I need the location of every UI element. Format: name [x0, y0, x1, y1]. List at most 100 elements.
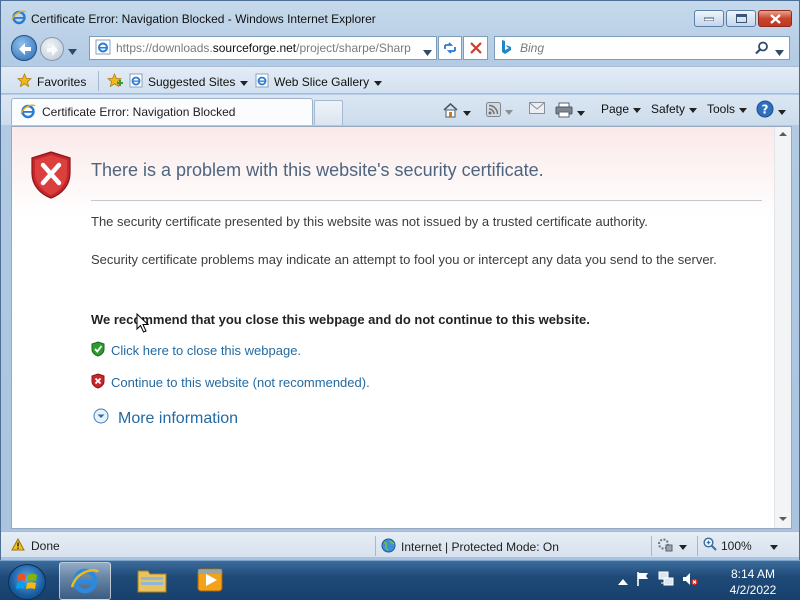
show-hidden-icons-icon[interactable]: [618, 574, 628, 588]
window-title: Certificate Error: Navigation Blocked - …: [31, 12, 376, 26]
help-button[interactable]: ?: [756, 100, 786, 121]
media-player-icon: [196, 566, 224, 597]
taskbar-windows-explorer[interactable]: [126, 562, 178, 600]
chevron-down-icon: [633, 102, 642, 116]
status-message: Done: [11, 537, 60, 554]
volume-muted-icon[interactable]: [682, 571, 698, 590]
chevron-down-icon: [689, 102, 698, 116]
minimize-button[interactable]: [694, 10, 724, 27]
clock[interactable]: 8:14 AM 4/2/2022: [718, 566, 788, 598]
start-button[interactable]: [8, 564, 46, 600]
taskbar-internet-explorer[interactable]: [59, 562, 111, 600]
status-text: Done: [31, 539, 60, 553]
recommendation: We recommend that you close this webpage…: [91, 312, 590, 327]
chevron-down-icon[interactable]: [68, 44, 77, 58]
tools-menu-button[interactable]: Tools: [707, 102, 748, 116]
more-information-toggle[interactable]: More information: [93, 408, 238, 429]
address-domain: sourceforge.net: [212, 41, 297, 55]
chevron-down-icon: [679, 539, 687, 553]
shield-x-icon: [91, 373, 105, 392]
security-zone-label: Internet | Protected Mode: On: [401, 540, 559, 554]
security-zone[interactable]: Internet | Protected Mode: On: [381, 538, 559, 556]
divider: [91, 200, 762, 201]
address-dropdown-icon[interactable]: [423, 45, 432, 59]
print-button[interactable]: [555, 102, 585, 121]
suggested-sites-button[interactable]: Suggested Sites: [106, 72, 249, 91]
action-center-flag-icon[interactable]: [636, 571, 650, 590]
close-webpage-link[interactable]: Click here to close this webpage.: [91, 341, 301, 360]
tab-current[interactable]: Certificate Error: Navigation Blocked: [11, 98, 313, 125]
address-url[interactable]: https://downloads.sourceforge.net/projec…: [116, 41, 416, 55]
page-ie-icon: [95, 39, 111, 58]
suggested-sites-label: Suggested Sites: [148, 75, 236, 89]
favorites-button[interactable]: Favorites: [16, 72, 86, 91]
chevron-down-icon: [505, 104, 513, 118]
address-bar[interactable]: https://downloads.sourceforge.net/projec…: [89, 36, 437, 60]
add-on-status-button[interactable]: [657, 537, 687, 555]
vertical-scrollbar[interactable]: [774, 127, 791, 528]
page-content: There is a problem with this website's s…: [11, 126, 792, 529]
web-slice-gallery-button[interactable]: Web Slice Gallery: [255, 73, 383, 91]
tab-label: Certificate Error: Navigation Blocked: [42, 105, 236, 119]
taskbar-media-player[interactable]: [184, 562, 236, 600]
feeds-button[interactable]: [486, 102, 513, 120]
ie-icon: [11, 9, 27, 28]
maximize-button[interactable]: [726, 10, 756, 27]
chevron-down-icon: [577, 105, 585, 119]
status-bar: Done Internet | Protected Mode: On 100%: [1, 531, 799, 557]
zoom-button[interactable]: 100%: [703, 537, 778, 554]
navigation-bar: https://downloads.sourceforge.net/projec…: [1, 34, 799, 64]
rss-icon: [486, 102, 501, 120]
chevron-down-icon: [240, 75, 249, 89]
search-icon[interactable]: [755, 41, 769, 58]
new-tab-button[interactable]: [314, 100, 343, 125]
ie-icon: [20, 103, 36, 122]
zoom-level: 100%: [721, 538, 752, 553]
read-mail-button[interactable]: [529, 102, 545, 117]
status-separator: [375, 536, 376, 556]
search-input[interactable]: Bing: [494, 36, 790, 60]
svg-text:?: ?: [762, 103, 769, 117]
security-warning: Security certificate problems may indica…: [91, 252, 717, 267]
clock-time: 8:14 AM: [730, 567, 776, 581]
more-information-label: More information: [118, 409, 239, 427]
add-favorite-icon: [106, 72, 124, 91]
close-window-button[interactable]: [758, 10, 792, 27]
page-ie-icon: [129, 73, 143, 91]
chevron-down-icon: [739, 102, 748, 116]
page-menu-label: Page: [601, 102, 630, 116]
mail-icon: [529, 102, 545, 117]
status-separator: [697, 536, 698, 556]
home-button[interactable]: [442, 102, 471, 121]
stop-button[interactable]: [463, 36, 488, 60]
taskbar: 8:14 AM 4/2/2022: [0, 560, 800, 600]
system-tray: [618, 571, 698, 590]
printer-icon: [555, 102, 573, 121]
gear-lock-icon: [657, 537, 673, 555]
safety-menu-button[interactable]: Safety: [651, 102, 698, 116]
title-bar[interactable]: Certificate Error: Navigation Blocked - …: [1, 1, 799, 33]
refresh-button[interactable]: [438, 36, 462, 60]
chevron-down-icon: [769, 539, 778, 553]
status-separator: [651, 536, 652, 556]
forward-button[interactable]: [40, 37, 64, 61]
page-ie-icon: [255, 73, 269, 91]
search-placeholder: Bing: [520, 41, 545, 55]
certificate-explanation: The security certificate presented by th…: [91, 214, 648, 229]
search-dropdown-icon[interactable]: [775, 45, 784, 59]
network-icon[interactable]: [658, 571, 674, 590]
ie-icon: [70, 565, 100, 598]
expand-icon: [93, 408, 109, 429]
page-menu-button[interactable]: Page: [601, 102, 642, 116]
web-slice-gallery-label: Web Slice Gallery: [274, 75, 370, 89]
back-button[interactable]: [11, 35, 37, 61]
continue-to-website-label: Continue to this website (not recommende…: [111, 375, 370, 390]
help-icon: ?: [756, 100, 774, 121]
continue-to-website-link[interactable]: Continue to this website (not recommende…: [91, 373, 370, 392]
mouse-cursor-icon: [136, 312, 150, 337]
tools-menu-label: Tools: [707, 102, 736, 116]
close-webpage-label: Click here to close this webpage.: [111, 343, 302, 358]
browser-window: Certificate Error: Navigation Blocked - …: [0, 0, 800, 560]
favorites-bar: Favorites Suggested Sites Web Slice Gall…: [1, 66, 799, 94]
chevron-down-icon: [374, 75, 383, 89]
